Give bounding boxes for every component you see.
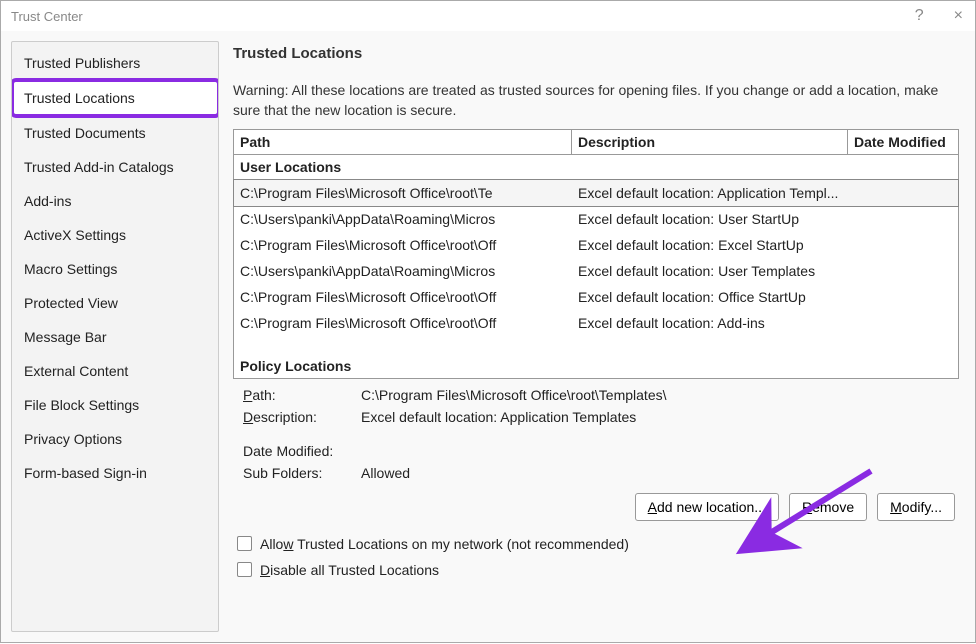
sidebar-item-trusted-locations[interactable]: Trusted Locations [12,80,219,116]
sidebar-item-external-content[interactable]: External Content [12,354,218,388]
cell-path: C:\Users\panki\AppData\Roaming\Micros [234,209,572,229]
disable-all-row[interactable]: Disable all Trusted Locations [237,562,959,578]
col-description[interactable]: Description [572,130,848,154]
disable-all-label: Disable all Trusted Locations [260,562,439,578]
detail-subfolders-value: Allowed [361,465,410,481]
cell-path: C:\Program Files\Microsoft Office\root\O… [234,313,572,333]
detail-path-label: Path: [243,387,361,403]
table-row[interactable]: C:\Users\panki\AppData\Roaming\MicrosExc… [234,206,958,232]
sidebar-item-trusted-add-in-catalogs[interactable]: Trusted Add-in Catalogs [12,150,218,184]
cell-description: Excel default location: Add-ins [572,313,958,333]
sidebar-item-macro-settings[interactable]: Macro Settings [12,252,218,286]
help-button[interactable]: ? [909,6,930,26]
remove-button[interactable]: Remove [789,493,867,521]
sidebar-item-message-bar[interactable]: Message Bar [12,320,218,354]
cell-description: Excel default location: Excel StartUp [572,235,958,255]
modify-button[interactable]: Modify... [877,493,955,521]
sidebar-item-add-ins[interactable]: Add-ins [12,184,218,218]
details-panel: Path: C:\Program Files\Microsoft Office\… [243,387,955,487]
col-path[interactable]: Path [234,130,572,154]
user-locations-header: User Locations [234,155,958,180]
sidebar-item-privacy-options[interactable]: Privacy Options [12,422,218,456]
sidebar-item-protected-view[interactable]: Protected View [12,286,218,320]
detail-subfolders-label: Sub Folders: [243,465,361,481]
table-row[interactable]: C:\Program Files\Microsoft Office\root\T… [234,180,958,206]
sidebar-item-activex-settings[interactable]: ActiveX Settings [12,218,218,252]
add-new-location-button[interactable]: Add new location... [635,493,779,521]
cell-description: Excel default location: User StartUp [572,209,958,229]
sidebar-item-file-block-settings[interactable]: File Block Settings [12,388,218,422]
detail-desc-value: Excel default location: Application Temp… [361,409,636,425]
page-heading: Trusted Locations [233,45,959,62]
close-button[interactable]: × [948,6,969,26]
allow-network-row[interactable]: Allow Trusted Locations on my network (n… [237,536,959,552]
allow-network-checkbox[interactable] [237,536,252,551]
table-header: Path Description Date Modified [234,130,958,155]
policy-locations-header: Policy Locations [234,354,958,378]
window-title: Trust Center [11,9,83,24]
detail-desc-label: Description: [243,409,361,425]
locations-table: Path Description Date Modified User Loca… [233,129,959,379]
table-row[interactable]: C:\Program Files\Microsoft Office\root\O… [234,310,958,336]
main-panel: Trusted Locations Warning: All these loc… [233,41,965,632]
cell-description: Excel default location: User Templates [572,261,958,281]
allow-network-label: Allow Trusted Locations on my network (n… [260,536,629,552]
table-row[interactable]: C:\Program Files\Microsoft Office\root\O… [234,284,958,310]
sidebar-item-trusted-publishers[interactable]: Trusted Publishers [12,46,218,80]
titlebar: Trust Center ? × [1,1,975,31]
disable-all-checkbox[interactable] [237,562,252,577]
cell-path: C:\Program Files\Microsoft Office\root\T… [234,183,572,203]
detail-date-label: Date Modified: [243,443,361,459]
cell-description: Excel default location: Application Temp… [572,183,958,203]
cell-description: Excel default location: Office StartUp [572,287,958,307]
buttons-row: Add new location... Remove Modify... [233,493,955,521]
table-row[interactable]: C:\Users\panki\AppData\Roaming\MicrosExc… [234,258,958,284]
cell-path: C:\Users\panki\AppData\Roaming\Micros [234,261,572,281]
sidebar-item-form-based-sign-in[interactable]: Form-based Sign-in [12,456,218,490]
table-row[interactable]: C:\Program Files\Microsoft Office\root\O… [234,232,958,258]
warning-text: Warning: All these locations are treated… [233,80,959,121]
cell-path: C:\Program Files\Microsoft Office\root\O… [234,235,572,255]
sidebar: Trusted PublishersTrusted LocationsTrust… [11,41,219,632]
col-date-modified[interactable]: Date Modified [848,130,958,154]
cell-path: C:\Program Files\Microsoft Office\root\O… [234,287,572,307]
trust-center-window: Trust Center ? × Trusted PublishersTrust… [0,0,976,643]
detail-path-value: C:\Program Files\Microsoft Office\root\T… [361,387,667,403]
sidebar-item-trusted-documents[interactable]: Trusted Documents [12,116,218,150]
